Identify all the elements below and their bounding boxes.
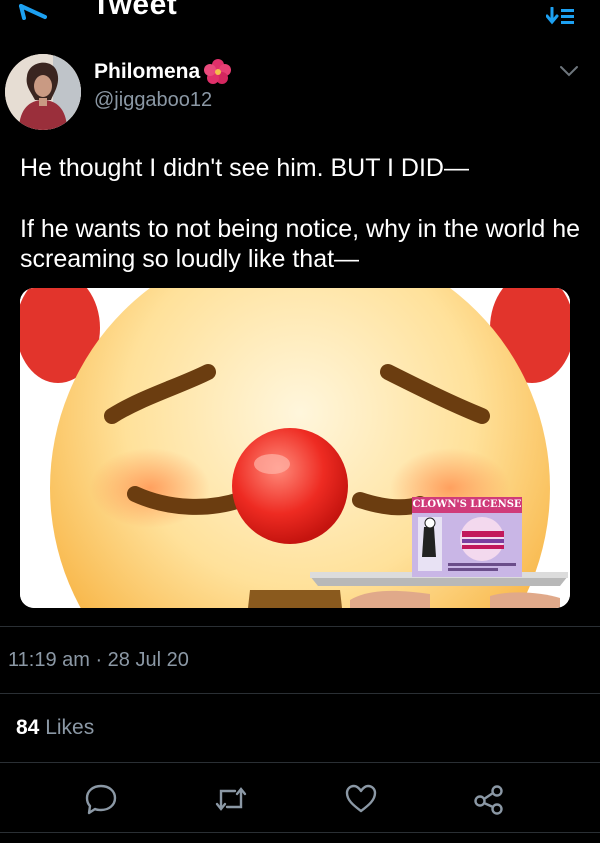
chevron-down-icon[interactable]	[558, 63, 580, 79]
likes-label[interactable]: Likes	[45, 716, 94, 739]
license-card-title: CLOWN'S LICENSE	[412, 499, 522, 510]
tweet-line-2: If he wants to not being notice, why in …	[20, 215, 581, 273]
like-icon[interactable]	[344, 782, 378, 816]
author-name[interactable]: Philomena	[94, 60, 200, 84]
page-title: Tweet	[92, 0, 178, 21]
divider	[0, 832, 600, 833]
divider	[0, 762, 600, 763]
tweet-timestamp: 11:19 am · 28 Jul 20	[8, 649, 189, 671]
author-handle[interactable]: @jiggaboo12	[94, 89, 212, 112]
author-name-row[interactable]: Philomena	[94, 59, 232, 85]
flower-icon	[204, 59, 232, 84]
license-card: CLOWN'S LICENSE	[412, 497, 522, 577]
sort-icon[interactable]	[546, 7, 576, 25]
top-bar: Tweet	[0, 0, 600, 38]
likes-row[interactable]: 84 Likes	[16, 716, 94, 740]
divider	[0, 626, 600, 627]
tweet-image[interactable]: CLOWN'S LICENSE	[20, 288, 570, 608]
share-icon[interactable]	[472, 782, 506, 816]
arrow-left-icon[interactable]	[18, 3, 48, 25]
tweet-line-1: He thought I didn't see him. BUT I DID—	[20, 154, 469, 182]
divider	[0, 693, 600, 694]
reply-icon[interactable]	[84, 782, 118, 816]
retweet-icon[interactable]	[214, 782, 248, 816]
avatar[interactable]	[5, 54, 81, 130]
likes-count[interactable]: 84	[16, 716, 39, 739]
tweet-text: He thought I didn't see him. BUT I DID— …	[20, 153, 585, 274]
